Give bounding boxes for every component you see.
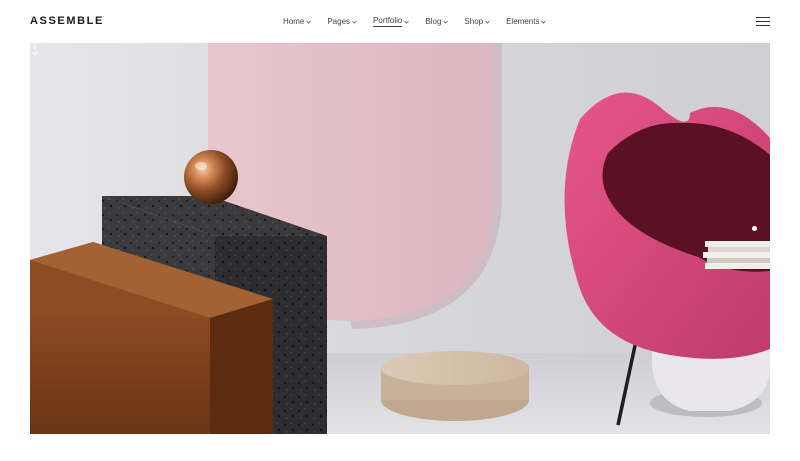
nav-item-pages[interactable]: Pages [327,16,357,27]
hamburger-icon[interactable] [756,17,770,27]
nav-item-elements[interactable]: Elements [506,16,547,27]
nav-item-portfolio[interactable]: Portfolio [373,16,410,27]
nav-label: Shop [464,17,484,26]
site-header: ASSEMBLE Home Pages Portfolio Blog Shop [0,0,800,43]
chevron-down-icon [485,20,490,24]
hero-slider[interactable] [30,43,770,434]
nav-item-shop[interactable]: Shop [464,16,490,27]
hero-image [30,43,770,434]
nav-label: Pages [327,17,351,26]
chevron-down-icon [404,20,410,24]
nav-label: Blog [425,17,442,26]
chevron-down-icon [443,20,449,24]
hamburger-line [756,17,770,18]
chevron-down-icon [541,20,547,24]
nav-item-blog[interactable]: Blog [425,16,449,27]
nav-label: Portfolio [373,16,403,27]
hamburger-line [756,21,770,22]
slider-dot[interactable] [752,226,757,231]
chevron-down-icon [352,20,357,24]
nav-item-home[interactable]: Home [283,16,312,27]
site-logo[interactable]: ASSEMBLE [30,15,104,27]
nav-label: Home [283,17,305,26]
main-nav: Home Pages Portfolio Blog Shop Elements [283,16,562,27]
chevron-down-icon [306,20,312,24]
nav-label: Elements [506,17,540,26]
arrow-down-icon[interactable] [30,43,40,57]
page: ASSEMBLE Home Pages Portfolio Blog Shop [0,0,800,461]
hamburger-line [756,25,770,26]
